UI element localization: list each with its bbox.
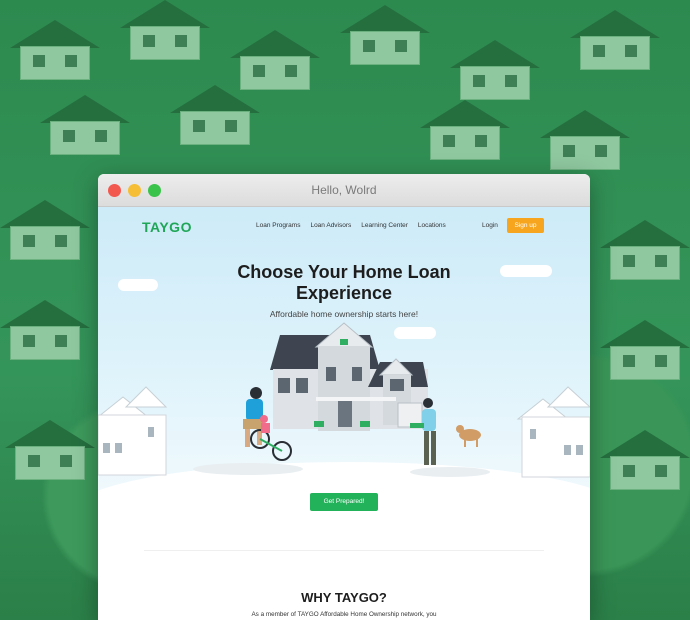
background-house — [340, 5, 430, 65]
background-house — [10, 20, 100, 80]
section-divider — [144, 550, 544, 551]
background-house — [120, 0, 210, 60]
browser-window: Hello, Wolrd TAYGO Loan Programs Loan Ad… — [98, 174, 590, 620]
background-house — [5, 420, 95, 480]
window-titlebar: Hello, Wolrd — [98, 174, 590, 207]
nav-item-locations[interactable]: Locations — [418, 222, 446, 229]
get-prepared-button[interactable]: Get Prepared! — [310, 493, 378, 511]
hero-title: Choose Your Home Loan Experience — [237, 262, 451, 303]
why-section-title: WHY TAYGO? — [301, 590, 387, 605]
web-page: TAYGO Loan Programs Loan Advisors Learni… — [98, 207, 590, 620]
background-house — [0, 300, 90, 360]
background-house — [0, 200, 90, 260]
left-house-illustration — [98, 386, 168, 476]
login-link[interactable]: Login — [482, 222, 498, 229]
hero-illustration — [98, 322, 590, 478]
background-house — [600, 320, 690, 380]
main-house-illustration — [270, 322, 428, 431]
hero-subtitle: Affordable home ownership starts here! — [269, 309, 419, 319]
window-title: Hello, Wolrd — [311, 183, 377, 197]
nav-item-learning-center[interactable]: Learning Center — [361, 222, 408, 229]
brand-logo[interactable]: TAYGO — [142, 219, 192, 235]
background-house — [420, 100, 510, 160]
background-house — [570, 10, 660, 70]
top-navigation: TAYGO Loan Programs Loan Advisors Learni… — [98, 207, 590, 247]
background-house — [230, 30, 320, 90]
nav-item-loan-programs[interactable]: Loan Programs — [256, 222, 300, 229]
background-house — [600, 220, 690, 280]
background-house — [600, 430, 690, 490]
background-house — [540, 110, 630, 170]
nav-menu: Loan Programs Loan Advisors Learning Cen… — [256, 222, 446, 229]
right-house-illustration — [516, 386, 590, 478]
nav-item-loan-advisors[interactable]: Loan Advisors — [310, 222, 351, 229]
signup-button[interactable]: Sign up — [507, 218, 544, 233]
background-house — [40, 95, 130, 155]
why-section-text: As a member of TAYGO Affordable Home Own… — [251, 611, 437, 620]
hero-section: TAYGO Loan Programs Loan Advisors Learni… — [98, 207, 590, 592]
background-house — [170, 85, 260, 145]
background-house — [450, 40, 540, 100]
